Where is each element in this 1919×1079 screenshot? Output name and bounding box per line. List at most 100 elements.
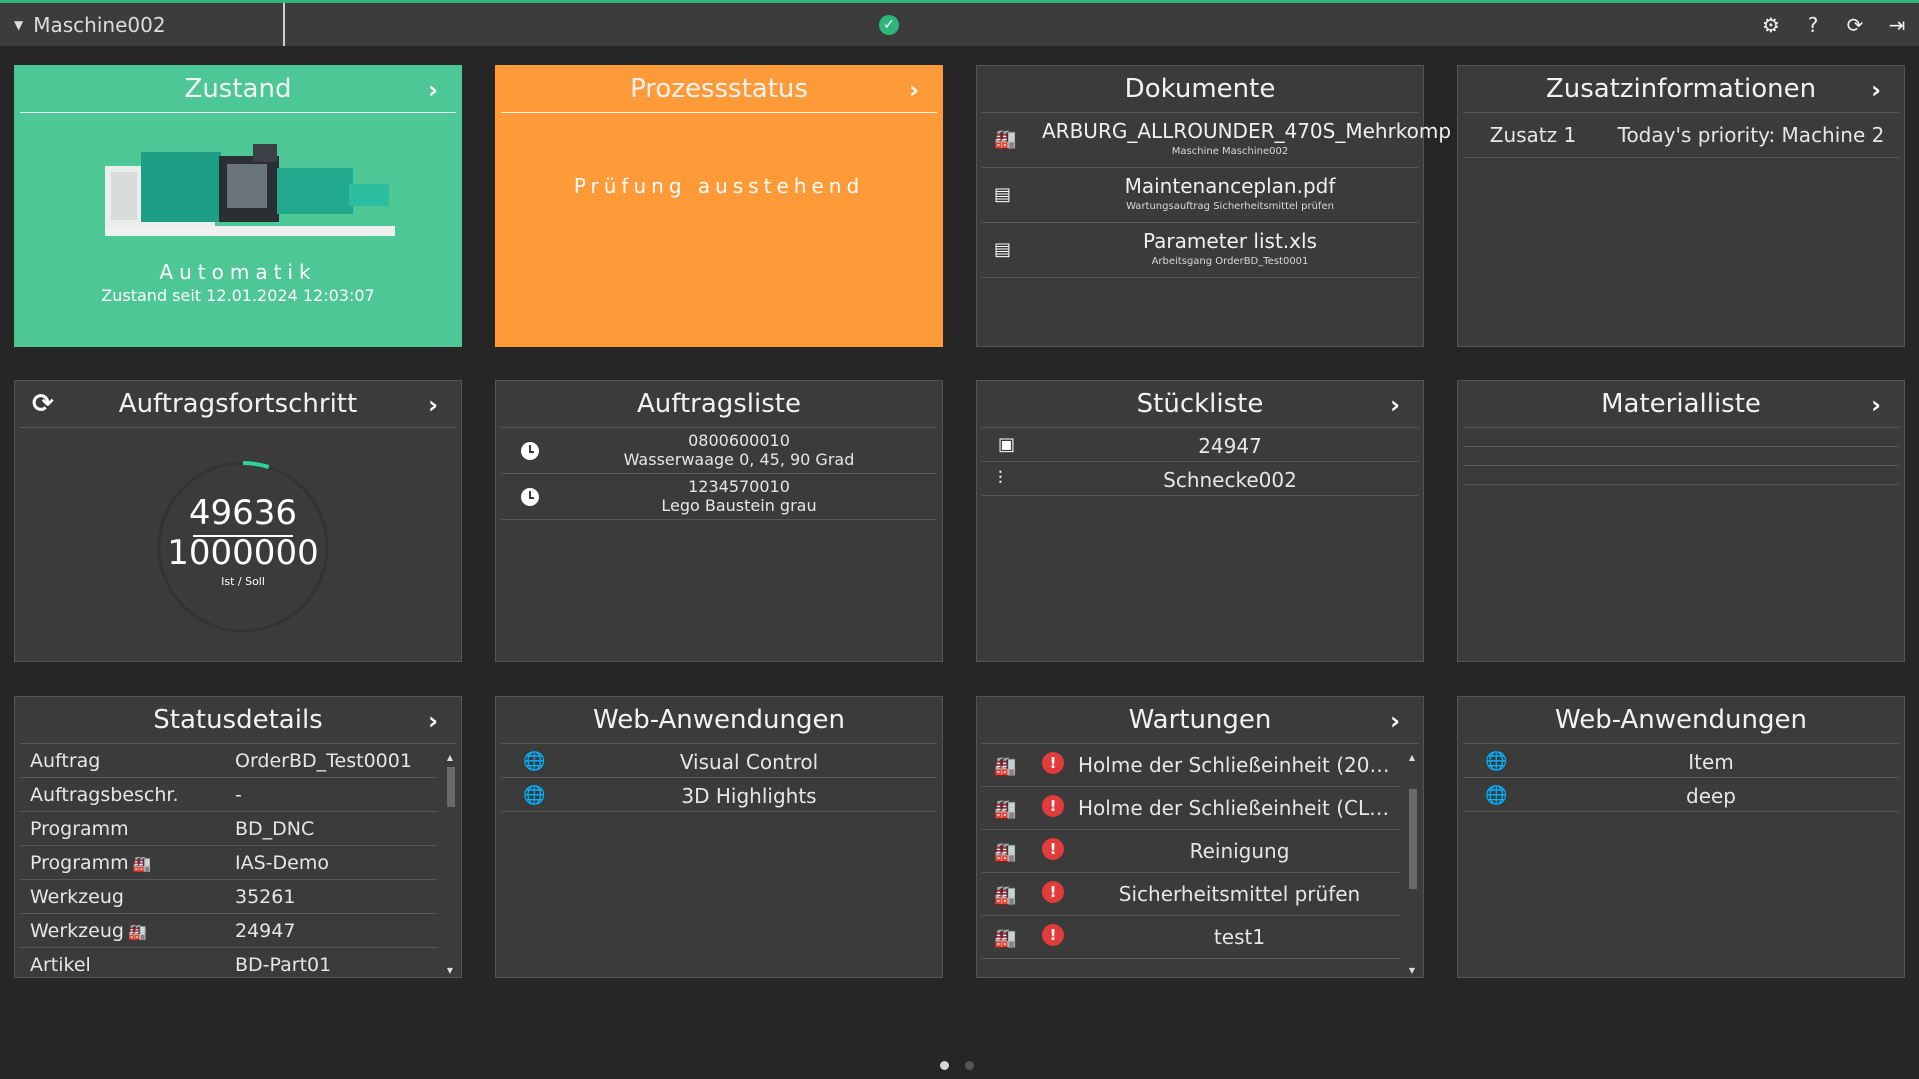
- scrollbar[interactable]: ▲ ▼: [1407, 753, 1417, 975]
- tile-statusdetails: Statusdetails › Auftrag OrderBD_Test0001…: [14, 696, 462, 978]
- chevron-right-icon[interactable]: ›: [428, 707, 438, 735]
- tile-web-anwendungen-1: Web-Anwendungen 🌐 Visual Control 🌐 3D Hi…: [495, 696, 943, 978]
- order-number: 1234570010: [688, 477, 790, 496]
- tile-title: Auftragsliste: [636, 389, 801, 419]
- tile-materialliste: Materialliste ›: [1457, 380, 1905, 662]
- list-item: Zusatz 1 Today's priority: Machine 2: [1463, 113, 1899, 158]
- list-item[interactable]: 🏭 ! Reinigung: [982, 830, 1401, 873]
- chevron-right-icon[interactable]: ›: [428, 76, 438, 104]
- help-icon[interactable]: ?: [1801, 13, 1825, 37]
- tile-title: Dokumente: [1124, 74, 1276, 104]
- list-item[interactable]: 🌐 3D Highlights: [501, 778, 937, 812]
- machine-selector[interactable]: ▼ Maschine002: [0, 3, 285, 46]
- web-app-label: deep: [1686, 784, 1736, 808]
- list-item: [1463, 447, 1899, 466]
- tile-prozessstatus[interactable]: Prozessstatus › Prüfung ausstehend: [495, 65, 943, 347]
- chevron-right-icon[interactable]: ›: [1871, 76, 1881, 104]
- web-app-label: Item: [1688, 750, 1734, 774]
- scroll-down-icon[interactable]: ▼: [1407, 966, 1417, 975]
- tile-header: Web-Anwendungen: [501, 697, 937, 744]
- tile-wartungen: Wartungen › 🏭 ! Holme der Schließeinheit…: [976, 696, 1424, 978]
- maintenance-label: test1: [1213, 925, 1266, 949]
- maintenance-label: Reinigung: [1189, 839, 1290, 863]
- machine-icon: 🏭: [994, 842, 1017, 863]
- chevron-right-icon[interactable]: ›: [909, 76, 919, 104]
- tile-dokumente: Dokumente 🏭 ARBURG_ALLROUNDER_470S_Mehrk…: [976, 65, 1452, 347]
- tile-title: Stückliste: [1136, 389, 1264, 419]
- scrollbar-thumb[interactable]: [447, 767, 455, 807]
- page-dot-2[interactable]: [965, 1061, 974, 1070]
- detail-row: Programm BD_DNC: [20, 812, 437, 846]
- scroll-up-icon[interactable]: ▲: [1407, 753, 1417, 762]
- list-item[interactable]: ▤ Parameter list.xls Arbeitsgang OrderBD…: [982, 223, 1418, 278]
- machine-icon: 🏭: [994, 885, 1017, 906]
- detail-value: 24947: [235, 919, 296, 942]
- list-item[interactable]: 🏭 ! Sicherheitsmittel prüfen: [982, 873, 1401, 916]
- caret-down-icon[interactable]: ▼: [14, 18, 23, 32]
- scroll-down-icon[interactable]: ▼: [445, 966, 455, 975]
- list-item[interactable]: ▣ 24947: [982, 428, 1418, 462]
- document-icon: ▤: [994, 239, 1012, 260]
- scroll-up-icon[interactable]: ▲: [445, 753, 455, 762]
- detail-key: Auftrag: [30, 749, 101, 772]
- list-item[interactable]: 1234570010 Lego Baustein grau: [501, 474, 937, 520]
- chevron-right-icon[interactable]: ›: [1390, 391, 1400, 419]
- tile-title: Wartungen: [1128, 705, 1272, 735]
- list-item[interactable]: 🌐 Visual Control: [501, 744, 937, 778]
- machine-name[interactable]: Maschine002: [33, 13, 165, 37]
- screw-icon: ⫶: [998, 468, 1003, 489]
- detail-row: Werkzeug 🏭 24947: [20, 914, 437, 948]
- tile-zustand[interactable]: Zustand › Automatik Zustand seit 12.01.2…: [14, 65, 462, 347]
- tile-auftragsliste: Auftragsliste 0800600010 Wasserwaage 0, …: [495, 380, 943, 662]
- list-item[interactable]: 🌐 deep: [1463, 778, 1899, 812]
- tile-title: Auftragsfortschritt: [118, 389, 358, 419]
- chevron-right-icon[interactable]: ›: [428, 391, 438, 419]
- detail-value: 35261: [235, 885, 296, 908]
- globe-icon: 🌐: [1485, 751, 1508, 772]
- tile-title: Web-Anwendungen: [1555, 705, 1807, 735]
- list-item[interactable]: 🏭 ! Holme der Schließeinheit (200 Std.): [982, 744, 1401, 787]
- list-item-label: Schnecke002: [1163, 468, 1297, 492]
- tile-auftragsfortschritt: ⟳ Auftragsfortschritt › 49636 1000000 Is…: [14, 380, 462, 662]
- scrollbar[interactable]: ▲ ▼: [445, 753, 455, 975]
- list-item[interactable]: 🌐 Item: [1463, 744, 1899, 778]
- detail-value: OrderBD_Test0001: [235, 749, 412, 772]
- maintenance-label: Holme der Schließeinheit (200 Std.): [1078, 753, 1401, 777]
- list-item: [1463, 428, 1899, 447]
- list-item: [1463, 466, 1899, 485]
- tile-header: Materialliste ›: [1463, 381, 1899, 428]
- top-bar: ▼ Maschine002 ✓ ⚙ ? ⟳ ⇥: [0, 0, 1919, 46]
- list-item[interactable]: ▤ Maintenanceplan.pdf Wartungsauftrag Si…: [982, 168, 1418, 223]
- chevron-right-icon[interactable]: ›: [1390, 707, 1400, 735]
- scrollbar-thumb[interactable]: [1409, 789, 1417, 889]
- machine-icon: 🏭: [994, 928, 1017, 949]
- tile-header: Prozessstatus ›: [501, 66, 937, 113]
- detail-value: -: [235, 783, 242, 806]
- detail-value: IAS-Demo: [235, 851, 329, 874]
- list-item[interactable]: 0800600010 Wasserwaage 0, 45, 90 Grad: [501, 428, 937, 474]
- document-sub: Maschine Maschine002: [1171, 146, 1289, 157]
- globe-icon: 🌐: [1485, 785, 1508, 806]
- logout-icon[interactable]: ⇥: [1885, 13, 1909, 37]
- progress-ring: 49636 1000000 Ist / Soll: [155, 459, 331, 635]
- refresh-icon[interactable]: ⟳: [1843, 13, 1867, 37]
- document-name: ARBURG_ALLROUNDER_470S_Mehrkomp: [1042, 119, 1452, 143]
- tile-header: Auftragsliste: [501, 381, 937, 428]
- tile-header: Web-Anwendungen: [1463, 697, 1899, 744]
- web-app-label: Visual Control: [679, 750, 819, 774]
- list-item[interactable]: 🏭 ! Holme der Schließeinheit (CLP220…: [982, 787, 1401, 830]
- chevron-right-icon[interactable]: ›: [1871, 391, 1881, 419]
- list-item[interactable]: ⫶ Schnecke002: [982, 462, 1418, 496]
- page-dot-1[interactable]: [940, 1061, 949, 1070]
- list-item[interactable]: 🏭 ARBURG_ALLROUNDER_470S_Mehrkomp Maschi…: [982, 113, 1452, 168]
- maintenance-label: Sicherheitsmittel prüfen: [1118, 882, 1361, 906]
- refresh-icon[interactable]: ⟳: [32, 389, 54, 419]
- alert-icon: !: [1042, 795, 1064, 817]
- tile-title: Materialliste: [1601, 389, 1761, 419]
- detail-value: BD_DNC: [235, 817, 315, 840]
- list-item[interactable]: 🏭 ! test1: [982, 916, 1401, 959]
- axw-machine-icon[interactable]: ⚙: [1759, 13, 1783, 37]
- detail-key: Programm: [30, 817, 129, 840]
- zusatz-key: Zusatz 1: [1489, 123, 1577, 147]
- zusatz-value: Today's priority: Machine 2: [1617, 123, 1885, 147]
